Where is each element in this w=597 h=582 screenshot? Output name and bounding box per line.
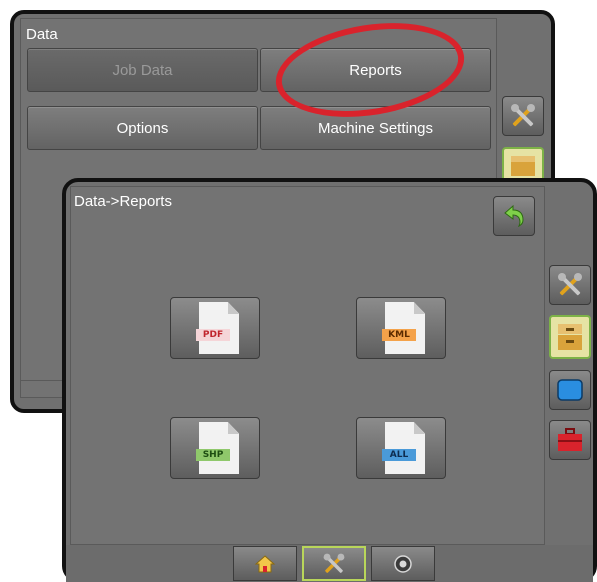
back-tools-button[interactable] [502,96,544,136]
toolbox-icon [558,428,582,451]
data-folder-icon [558,324,582,350]
home-icon [254,554,276,572]
tools-icon [323,553,345,573]
file-type-label: SHP [196,449,230,461]
shp-report-button[interactable]: SHP [170,417,260,479]
tools-icon [558,273,582,296]
kml-report-button[interactable]: KML [356,297,446,359]
reports-content-panel [70,186,545,545]
tools-icon [511,104,535,127]
pdf-report-button[interactable]: PDF [170,297,260,359]
display-tab-button[interactable] [549,370,591,410]
home-nav-button[interactable] [233,546,297,581]
display-icon [557,379,583,401]
job-data-button[interactable]: Job Data [27,48,258,92]
camera-icon [394,554,412,573]
toolbox-tab-button[interactable] [549,420,591,460]
return-arrow-icon [504,204,524,228]
tools-tab-button[interactable] [549,265,591,305]
camera-nav-button[interactable] [371,546,435,581]
data-tab-button[interactable] [549,315,591,359]
page-title: Data [26,26,58,43]
file-type-label: KML [382,329,416,341]
page-title: Data->Reports [74,193,172,210]
all-report-button[interactable]: ALL [356,417,446,479]
file-type-label: ALL [382,449,416,461]
tools-nav-button[interactable] [302,546,366,581]
back-button[interactable] [493,196,535,236]
options-button[interactable]: Options [27,106,258,150]
reports-screen-front: Data->Reports PDF KML SHP ALL [62,178,597,582]
file-type-label: PDF [196,329,230,341]
data-folder-icon [511,156,535,176]
